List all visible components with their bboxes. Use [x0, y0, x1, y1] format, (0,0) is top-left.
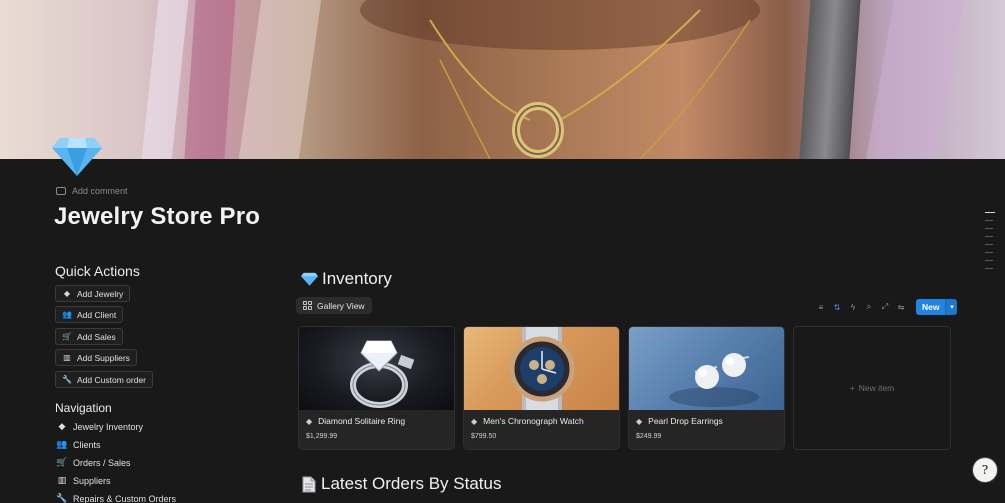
tab-label: Gallery View — [317, 300, 365, 311]
new-button-label: New — [916, 299, 946, 315]
add-jewelry-button[interactable]: ◆ Add Jewelry — [55, 285, 131, 302]
wrench-icon: 🔧 — [56, 493, 68, 503]
new-button[interactable]: New ▾ — [916, 299, 958, 315]
cover-image — [0, 0, 1005, 159]
new-item-card[interactable]: + New item — [793, 326, 951, 450]
search-icon[interactable]: ⌕ — [863, 301, 875, 313]
plus-icon: + — [849, 383, 855, 393]
gallery-card-pearl-earrings[interactable]: ◆ Pearl Drop Earrings $249.99 — [628, 326, 785, 450]
factory-icon: ▥ — [57, 475, 67, 485]
nav-item-label: Clients — [73, 439, 101, 450]
gem-icon: ◆ — [58, 421, 66, 431]
nav-item-label: Repairs & Custom Orders — [73, 493, 177, 503]
button-label: Add Custom order — [77, 374, 146, 385]
cart-icon: 🛒 — [56, 457, 68, 467]
button-label: Add Jewelry — [77, 288, 124, 299]
nav-item-label: Jewelry Inventory — [73, 421, 144, 432]
inventory-heading: Inventory — [301, 269, 392, 289]
inventory-heading-text: Inventory — [322, 269, 392, 288]
nav-item-label: Suppliers — [73, 475, 111, 486]
nav-item-label: Orders / Sales — [73, 457, 131, 468]
lightning-icon[interactable]: ϟ — [847, 301, 859, 313]
nav-item-clients[interactable]: 👥 Clients — [56, 439, 101, 450]
add-custom-order-button[interactable]: 🔧 Add Custom order — [55, 371, 153, 388]
gem-icon: ◆ — [471, 416, 478, 426]
wrench-icon: 🔧 — [62, 375, 72, 384]
watch-image — [464, 327, 619, 410]
cart-icon: 🛒 — [62, 332, 72, 341]
button-label: Add Client — [77, 309, 117, 320]
gem-icon — [301, 272, 318, 286]
ring-image — [299, 327, 454, 410]
navigation-heading: Navigation — [55, 401, 112, 415]
people-icon: 👥 — [56, 439, 68, 449]
nav-item-repairs-custom-orders[interactable]: 🔧 Repairs & Custom Orders — [56, 493, 176, 503]
tab-gallery-view[interactable]: Gallery View — [296, 297, 372, 314]
earrings-image — [629, 327, 784, 410]
gem-icon: ◆ — [63, 289, 71, 298]
add-comment-button[interactable]: Add comment — [56, 186, 128, 196]
gallery-card-diamond-ring[interactable]: ◆ Diamond Solitaire Ring $1,299.99 — [298, 326, 455, 450]
filter-icon[interactable]: ≡ — [815, 301, 827, 313]
gem-icon[interactable] — [52, 136, 102, 176]
sort-icon[interactable]: ⇅ — [831, 301, 843, 313]
chevron-down-icon[interactable]: ▾ — [945, 299, 958, 315]
gem-icon: ◆ — [306, 416, 313, 426]
page-title: Jewelry Store Pro — [54, 203, 261, 230]
orders-heading-text: Latest Orders By Status — [321, 474, 502, 493]
gallery-icon — [303, 301, 312, 310]
page-icon — [302, 476, 316, 492]
card-title: Pearl Drop Earrings — [648, 416, 723, 426]
people-icon: 👥 — [62, 310, 72, 319]
database-toolbar: ≡ ⇅ ϟ ⌕ ⤢ ⇋ New ▾ — [815, 299, 958, 315]
card-price: $249.99 — [636, 433, 662, 440]
gallery-card-chronograph-watch[interactable]: ◆ Men's Chronograph Watch $799.50 — [463, 326, 620, 450]
button-label: Add Sales — [77, 331, 116, 342]
gem-icon: ◆ — [636, 416, 643, 426]
add-suppliers-button[interactable]: ▥ Add Suppliers — [55, 349, 137, 366]
nav-item-suppliers[interactable]: ▥ Suppliers — [56, 475, 111, 486]
card-title: Men's Chronograph Watch — [483, 416, 584, 426]
factory-icon: ▥ — [63, 353, 71, 362]
card-price: $799.50 — [471, 433, 497, 440]
add-comment-label: Add comment — [72, 186, 128, 196]
settings-icon[interactable]: ⇋ — [895, 301, 907, 313]
comment-icon — [56, 187, 66, 195]
expand-icon[interactable]: ⤢ — [879, 301, 891, 313]
help-icon[interactable]: ? — [973, 458, 997, 482]
add-sales-button[interactable]: 🛒 Add Sales — [55, 328, 123, 345]
new-item-label: New item — [858, 383, 895, 393]
quick-actions-heading: Quick Actions — [55, 263, 140, 279]
add-client-button[interactable]: 👥 Add Client — [55, 306, 124, 323]
table-of-contents-rail[interactable] — [985, 212, 995, 276]
button-label: Add Suppliers — [77, 352, 130, 363]
card-title: Diamond Solitaire Ring — [318, 416, 406, 426]
nav-item-jewelry-inventory[interactable]: ◆ Jewelry Inventory — [56, 421, 144, 432]
card-price: $1,299.99 — [306, 433, 338, 440]
orders-heading: Latest Orders By Status — [301, 474, 501, 494]
nav-item-orders-sales[interactable]: 🛒 Orders / Sales — [56, 457, 131, 468]
